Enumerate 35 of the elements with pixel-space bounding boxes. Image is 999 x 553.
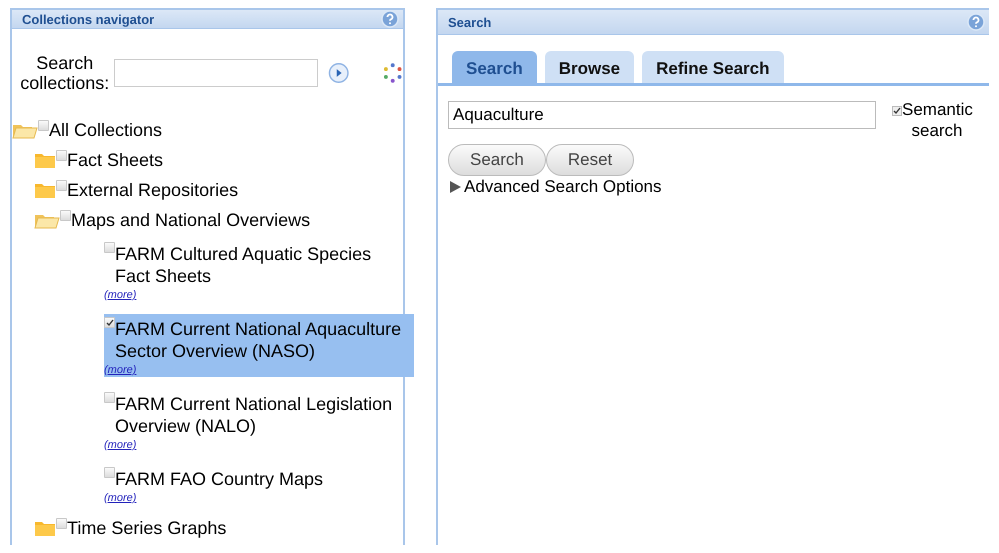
form-button[interactable]: Search — [448, 144, 546, 176]
tree-item[interactable]: Maps and National Overviews — [71, 209, 310, 231]
search-field[interactable] — [114, 59, 318, 87]
advanced-options-toggle[interactable]: Advanced Search Options — [464, 177, 662, 197]
collection-item[interactable]: FARM Current National Aquaculture Sector Overview (NASO) (more) — [104, 314, 414, 377]
tree-item[interactable]: Fact Sheets — [67, 149, 164, 171]
search-label: Search collections: — [20, 53, 110, 93]
panel-title: Search — [448, 14, 492, 30]
more-link[interactable]: (more) — [104, 363, 136, 377]
tree-item[interactable]: External Repositories — [67, 179, 238, 201]
collection-title: FARM Cultured Aquatic Species Fact Sheets — [115, 243, 372, 287]
loading-icon — [382, 62, 403, 84]
tab[interactable]: Browse — [544, 51, 634, 83]
collection-title: FARM Current National Aquaculture Sector Overview (NASO) — [115, 318, 402, 362]
tree-item[interactable]: All Collections — [49, 119, 162, 141]
more-link[interactable]: (more) — [104, 288, 136, 302]
go-icon[interactable] — [328, 62, 350, 84]
panel-title: Collections navigator — [22, 12, 154, 26]
tree-item[interactable]: Time Series Graphs — [67, 517, 226, 539]
more-link[interactable]: (more) — [104, 438, 136, 452]
collection-item[interactable]: FARM FAO Country Maps (more) — [104, 464, 414, 505]
tab[interactable]: Refine Search — [642, 51, 784, 83]
form-button[interactable]: Reset — [546, 144, 634, 176]
collection-title: FARM Current National Legislation Overview (NALO) — [115, 393, 394, 437]
help-icon[interactable] — [381, 10, 399, 28]
collection-title: FARM FAO Country Maps — [115, 468, 324, 490]
search-field[interactable]: Aquaculture — [448, 101, 876, 129]
more-link[interactable]: (more) — [104, 491, 136, 505]
expand-arrow-icon[interactable] — [448, 180, 462, 194]
collection-item[interactable]: FARM Current National Legislation Overview (NALO) (more) — [104, 389, 414, 452]
help-icon[interactable] — [967, 13, 985, 31]
collection-item[interactable]: FARM Cultured Aquatic Species Fact Sheets (more) — [104, 239, 414, 302]
checkbox[interactable] — [892, 106, 902, 116]
checkbox-label: Semantic search — [902, 99, 972, 141]
tab[interactable]: Search — [452, 51, 537, 83]
